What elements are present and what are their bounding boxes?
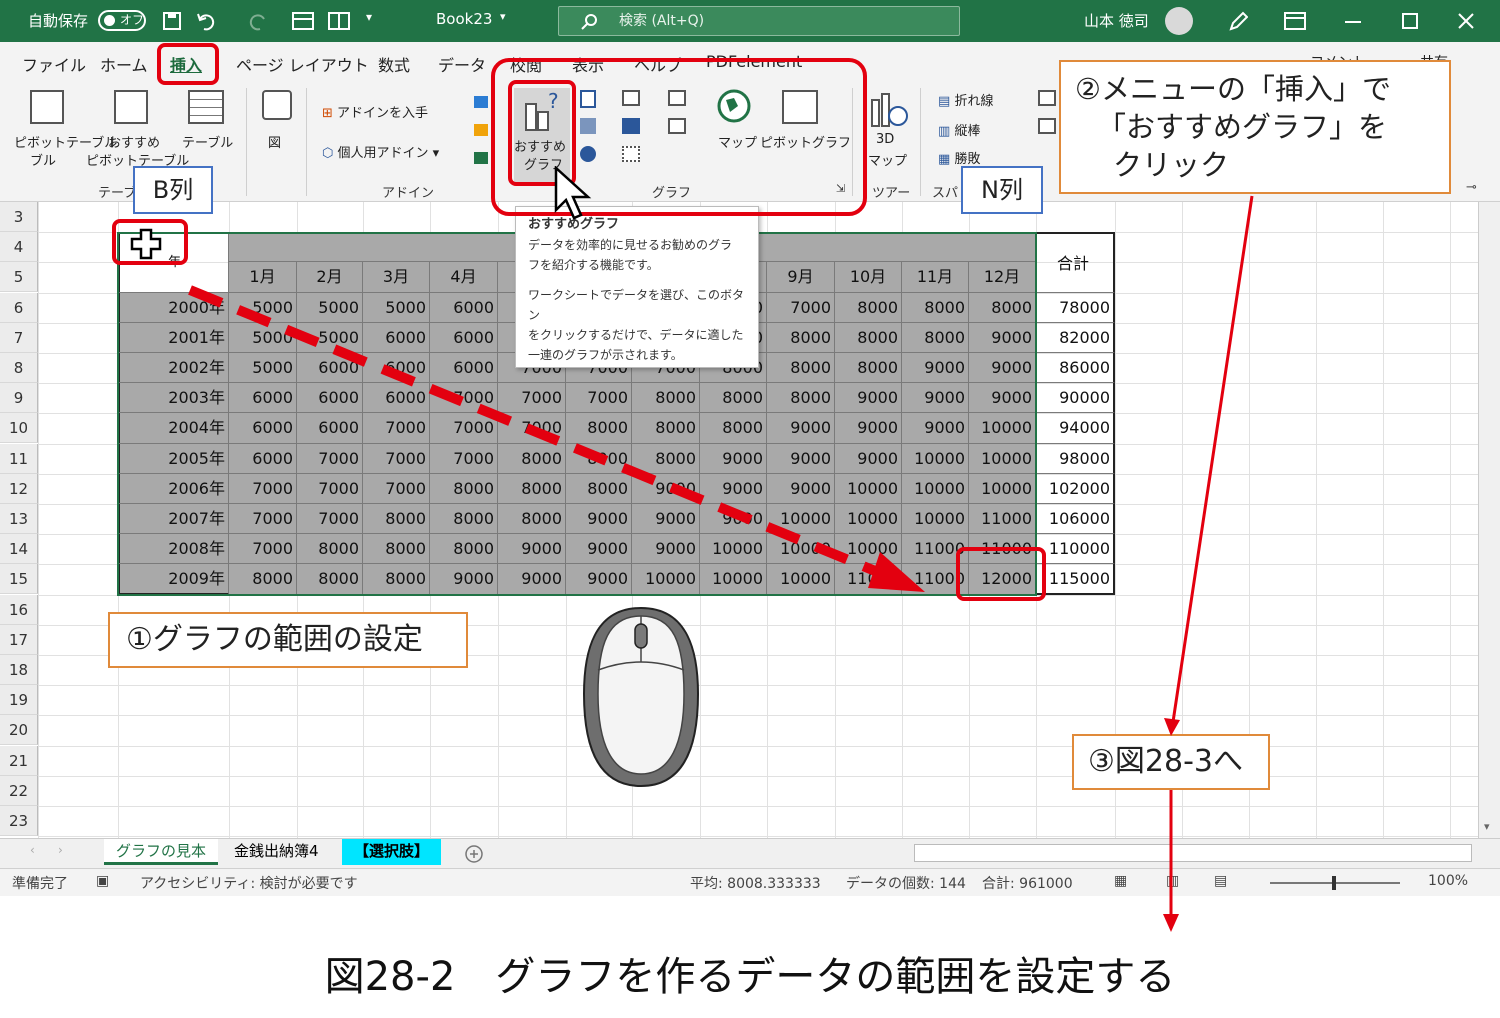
step2-connector-line [1171,195,1254,723]
figure-caption: 図28-2 グラフを作るデータの範囲を設定する [324,954,1176,1000]
annotation-overlay [188,195,1254,932]
drag-arrow-head [868,552,925,592]
figure-root: 自動保存 オフ ▾ Book23 ▾ 検索 (Alt+Q) 山本 徳司 ファイル… [0,0,1500,1018]
plus-cursor-icon [130,228,162,260]
step2-arrow-head [1164,718,1180,736]
highlight-end-cell [956,547,1046,601]
selection-drag-arrow [188,285,887,580]
step3-arrow-head [1163,914,1179,932]
